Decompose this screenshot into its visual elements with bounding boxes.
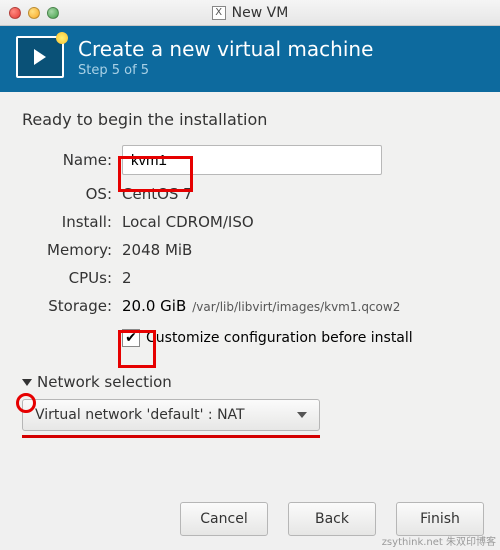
- label-name: Name:: [22, 151, 112, 169]
- label-cpus: CPUs:: [22, 269, 112, 287]
- window-title-wrap: X New VM: [0, 5, 500, 21]
- cancel-button[interactable]: Cancel: [180, 502, 268, 536]
- network-section-toggle[interactable]: Network selection: [22, 373, 478, 391]
- finish-button[interactable]: Finish: [396, 502, 484, 536]
- network-section: Network selection Virtual network 'defau…: [22, 373, 478, 438]
- label-install: Install:: [22, 213, 112, 231]
- label-os: OS:: [22, 185, 112, 203]
- network-dropdown[interactable]: Virtual network 'default' : NAT: [22, 399, 320, 431]
- x11-icon: X: [212, 6, 226, 20]
- window-controls: [9, 7, 59, 19]
- storage-size: 20.0 GiB: [122, 297, 186, 315]
- maximize-window-icon[interactable]: [47, 7, 59, 19]
- name-input[interactable]: [122, 145, 382, 175]
- network-section-title: Network selection: [37, 373, 172, 391]
- customize-row[interactable]: ✔ Customize configuration before install: [122, 329, 478, 347]
- chevron-down-icon: [22, 379, 32, 386]
- window-title: New VM: [232, 5, 289, 21]
- label-memory: Memory:: [22, 241, 112, 259]
- customize-label: Customize configuration before install: [146, 330, 413, 346]
- ready-label: Ready to begin the installation: [22, 110, 478, 129]
- dropdown-arrow-icon: [297, 412, 307, 418]
- value-storage: 20.0 GiB /var/lib/libvirt/images/kvm1.qc…: [122, 297, 478, 315]
- wizard-footer: Cancel Back Finish: [180, 502, 484, 536]
- wizard-title: Create a new virtual machine: [78, 37, 373, 61]
- value-memory: 2048 MiB: [122, 241, 478, 259]
- back-button[interactable]: Back: [288, 502, 376, 536]
- value-cpus: 2: [122, 269, 478, 287]
- wizard-body: Ready to begin the installation Name: OS…: [0, 92, 500, 450]
- value-os: CentOS 7: [122, 185, 478, 203]
- customize-checkbox[interactable]: ✔: [122, 329, 140, 347]
- watermark: zsythink.net 朱双印博客: [382, 533, 496, 548]
- annotation-underline: [22, 435, 320, 438]
- titlebar: X New VM: [0, 0, 500, 26]
- network-selected: Virtual network 'default' : NAT: [35, 407, 245, 423]
- wizard-step: Step 5 of 5: [78, 63, 373, 78]
- close-window-icon[interactable]: [9, 7, 21, 19]
- minimize-window-icon[interactable]: [28, 7, 40, 19]
- vm-icon: [16, 36, 64, 78]
- label-storage: Storage:: [22, 297, 112, 315]
- value-install: Local CDROM/ISO: [122, 213, 478, 231]
- storage-path: /var/lib/libvirt/images/kvm1.qcow2: [192, 300, 400, 314]
- wizard-header: Create a new virtual machine Step 5 of 5: [0, 26, 500, 92]
